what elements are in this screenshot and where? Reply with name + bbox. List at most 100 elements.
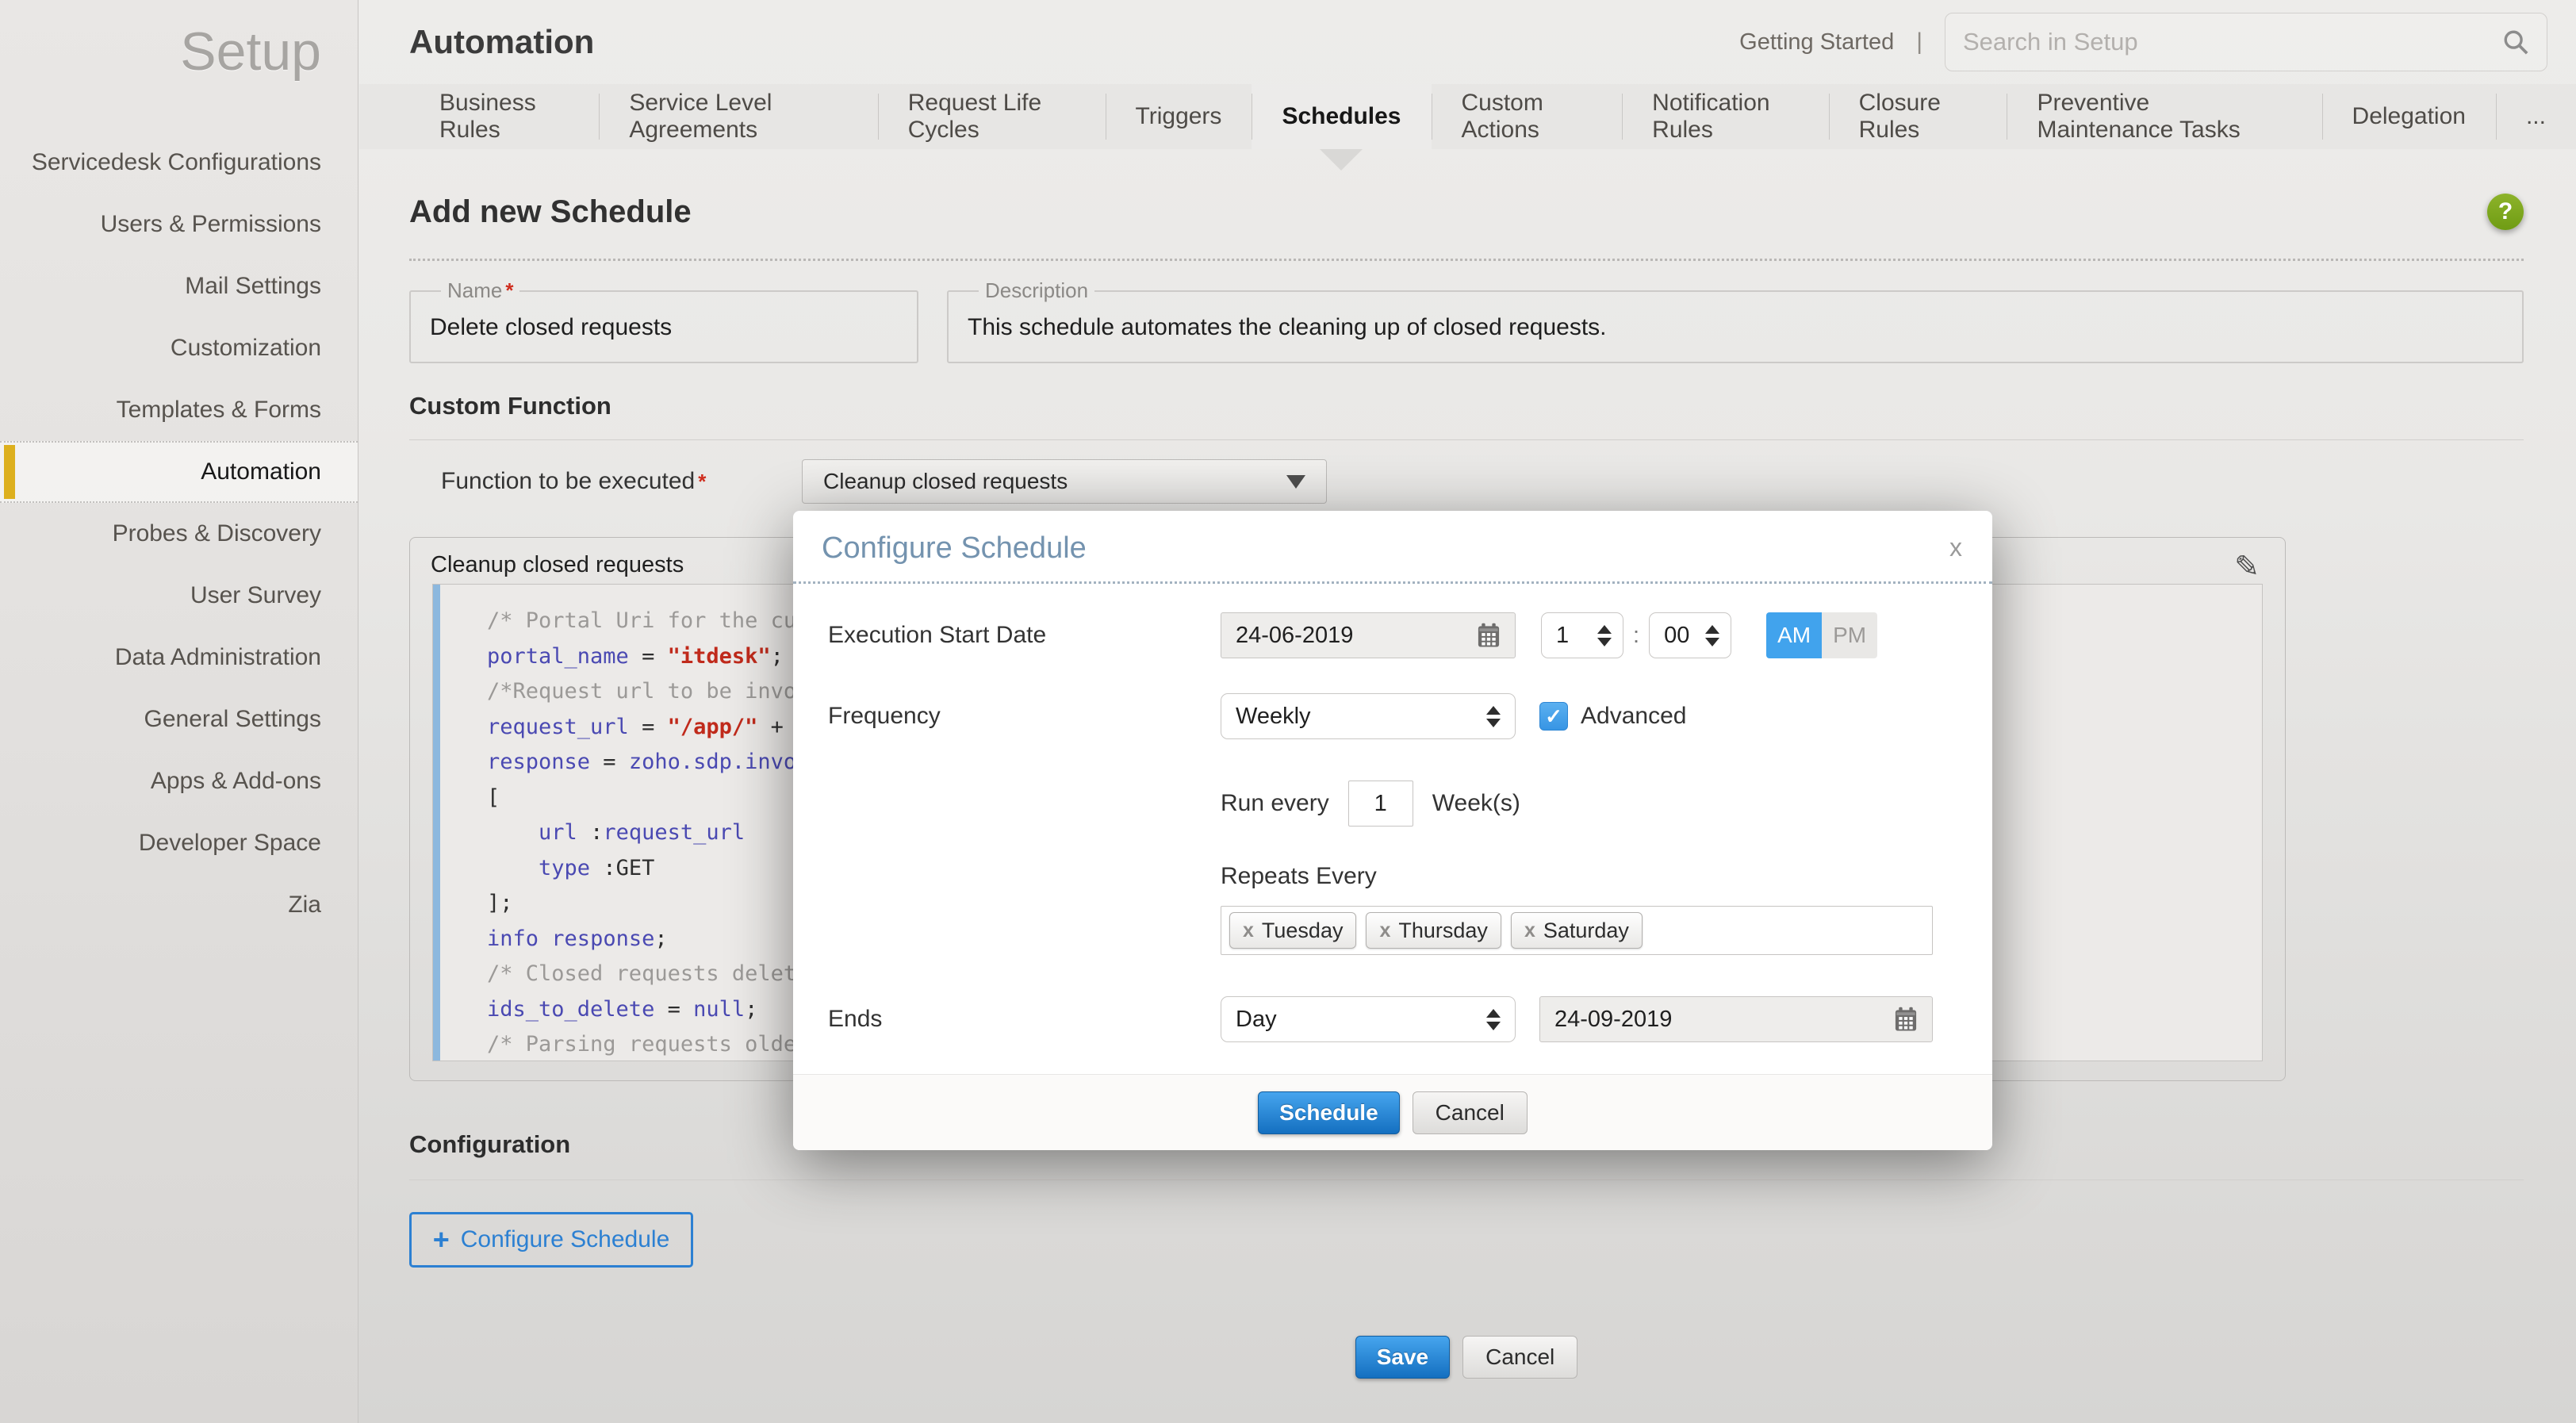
active-tab-pointer [1320,149,1363,171]
setup-title: Setup [0,0,358,82]
day-tag-saturday[interactable]: x Saturday [1511,912,1643,949]
tab-bar: Business RulesService Level AgreementsRe… [359,84,2576,149]
description-label: Description [979,278,1094,303]
tab-triggers[interactable]: Triggers [1106,84,1252,149]
sidebar-item-developer-space[interactable]: Developer Space [0,812,358,874]
tab-preventive-maintenance-tasks[interactable]: Preventive Maintenance Tasks [2007,84,2321,149]
advanced-label: Advanced [1581,703,1686,730]
ends-date-input[interactable]: 24-09-2019 [1539,996,1933,1042]
search-input[interactable] [1963,28,2502,56]
repeats-every-label: Repeats Every [793,863,1992,890]
configure-schedule-modal: Configure Schedule x Execution Start Dat… [793,511,1992,1150]
search-icon[interactable] [2502,29,2529,56]
description-input[interactable]: This schedule automates the cleaning up … [968,314,2503,344]
sidebar-item-automation[interactable]: Automation [0,441,358,503]
run-every-input[interactable]: 1 [1348,781,1413,827]
description-fieldset: Description This schedule automates the … [947,278,2524,363]
sidebar-item-probes-discovery[interactable]: Probes & Discovery [0,503,358,565]
spinner-arrows-icon [1486,706,1501,727]
tab-request-life-cycles[interactable]: Request Life Cycles [878,84,1106,149]
execution-start-date-row: Execution Start Date 24-06-2019 1 : 00 A… [793,612,1992,658]
day-tag-thursday[interactable]: x Thursday [1366,912,1501,949]
tab-schedules[interactable]: Schedules [1252,84,1431,149]
ends-date-value: 24-09-2019 [1554,1007,1672,1033]
remove-tag-icon[interactable]: x [1379,919,1390,942]
spinner-arrows-icon [1486,1009,1501,1030]
setup-search[interactable] [1945,13,2547,71]
day-tag-label: Thursday [1398,919,1488,943]
configuration-divider [409,1179,2524,1180]
hour-stepper[interactable]: 1 [1541,612,1623,658]
module-title: Automation [409,23,594,61]
function-select[interactable]: Cleanup closed requests [802,459,1327,504]
frequency-select[interactable]: Weekly [1221,693,1516,739]
sidebar-item-customization[interactable]: Customization [0,317,358,379]
frequency-label: Frequency [828,703,1221,730]
advanced-checkbox[interactable] [1539,702,1568,731]
tab-notification-rules[interactable]: Notification Rules [1622,84,1828,149]
sidebar-item-users-permissions[interactable]: Users & Permissions [0,194,358,255]
modal-header: Configure Schedule x [793,511,1992,581]
name-fieldset: Name* Delete closed requests [409,278,918,363]
minute-stepper[interactable]: 00 [1649,612,1731,658]
sidebar-item-general-settings[interactable]: General Settings [0,688,358,750]
spinner-arrows-icon[interactable] [1705,625,1719,646]
cancel-button[interactable]: Cancel [1462,1336,1577,1379]
sidebar-item-mail-settings[interactable]: Mail Settings [0,255,358,317]
meridiem-am[interactable]: AM [1766,612,1822,658]
modal-footer: Schedule Cancel [793,1074,1992,1150]
tab-custom-actions[interactable]: Custom Actions [1432,84,1623,149]
page-title-row: Add new Schedule ? [409,194,2524,230]
ends-type-select[interactable]: Day [1221,996,1516,1042]
chevron-down-icon [1286,475,1305,489]
required-asterisk: * [505,278,513,302]
required-asterisk: * [698,470,706,493]
day-tag-label: Tuesday [1262,919,1344,943]
custom-function-heading: Custom Function [409,392,2524,420]
header-separator: | [1916,29,1922,56]
configure-schedule-button[interactable]: + Configure Schedule [409,1212,693,1268]
day-tag-tuesday[interactable]: x Tuesday [1229,912,1356,949]
hour-value: 1 [1556,623,1569,649]
remove-tag-icon[interactable]: x [1524,919,1535,942]
tab-closure-rules[interactable]: Closure Rules [1829,84,2007,149]
sidebar-item-user-survey[interactable]: User Survey [0,565,358,627]
title-divider [409,259,2524,261]
function-label: Function to be executed* [441,468,802,495]
tab-delegation[interactable]: Delegation [2322,84,2496,149]
sidebar-item-apps-add-ons[interactable]: Apps & Add-ons [0,750,358,812]
sidebar-item-data-administration[interactable]: Data Administration [0,627,358,688]
meridiem-pm[interactable]: PM [1822,612,1877,658]
tab-business-rules[interactable]: Business Rules [409,84,599,149]
sidebar-item-servicedesk-configurations[interactable]: Servicedesk Configurations [0,132,358,194]
getting-started-link[interactable]: Getting Started [1739,29,1894,56]
start-date-input[interactable]: 24-06-2019 [1221,612,1516,658]
schedule-button[interactable]: Schedule [1258,1091,1399,1134]
top-header: Automation Getting Started | [359,0,2576,84]
spinner-arrows-icon[interactable] [1597,625,1612,646]
top-right-controls: Getting Started | [1739,13,2547,71]
modal-header-divider [793,581,1992,584]
name-input[interactable]: Delete closed requests [430,314,898,344]
remove-tag-icon[interactable]: x [1243,919,1254,942]
calendar-icon[interactable] [1477,623,1501,648]
sidebar-item-zia[interactable]: Zia [0,874,358,936]
calendar-icon[interactable] [1894,1007,1918,1032]
frequency-row: Frequency Weekly Advanced [793,693,1992,739]
help-button[interactable]: ? [2487,194,2524,230]
tab-more[interactable]: ... [2496,84,2576,149]
modal-cancel-button[interactable]: Cancel [1413,1091,1528,1134]
run-every-row: Run every 1 Week(s) [793,781,1992,827]
save-button[interactable]: Save [1355,1336,1450,1379]
repeat-days-tagbox[interactable]: x Tuesday x Thursday x Saturday [1221,906,1933,955]
tab-service-level-agreements[interactable]: Service Level Agreements [599,84,877,149]
form-actions: Save Cancel [409,1336,2524,1379]
close-icon[interactable]: x [1949,533,1962,562]
run-every-label: Run every [1221,790,1329,817]
meridiem-toggle[interactable]: AMPM [1766,612,1877,658]
day-tag-label: Saturday [1543,919,1629,943]
edit-pencil-icon[interactable]: ✎ [2234,549,2260,585]
run-every-unit: Week(s) [1432,790,1520,817]
sidebar-item-templates-forms[interactable]: Templates & Forms [0,379,358,441]
ends-label: Ends [828,1006,1221,1033]
